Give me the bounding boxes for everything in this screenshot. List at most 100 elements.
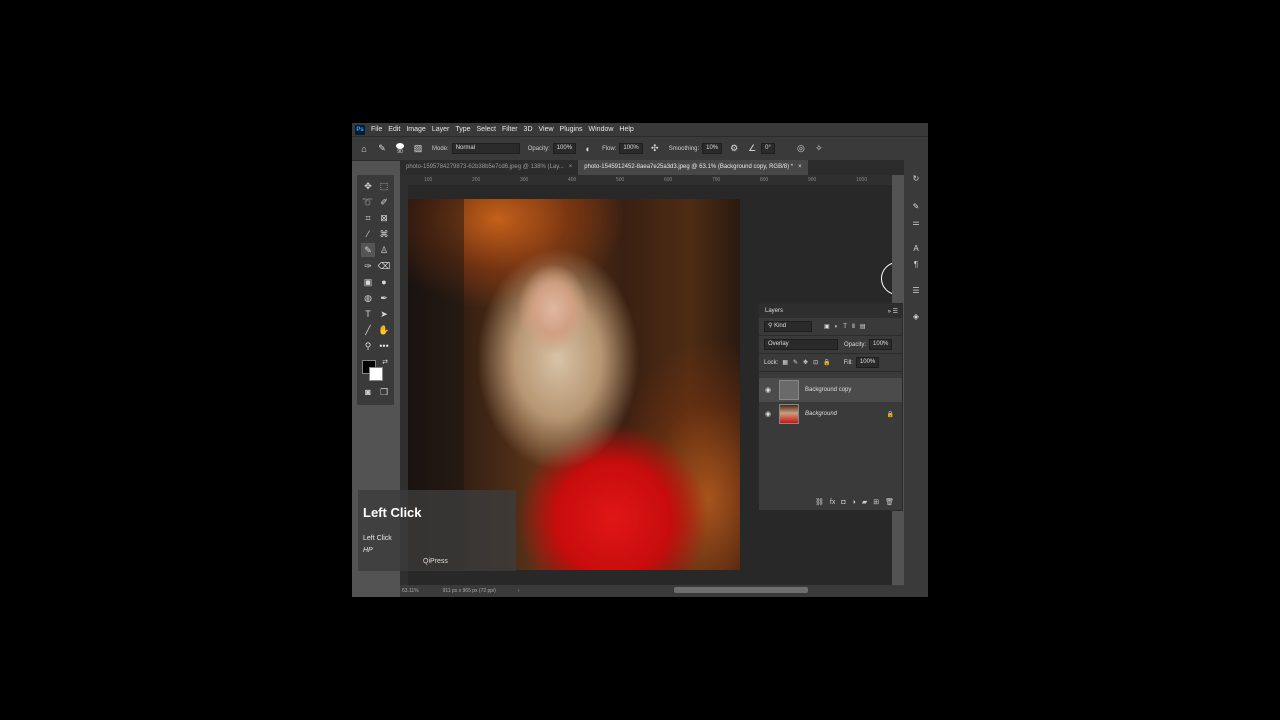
fx-icon[interactable]: fx bbox=[830, 499, 835, 506]
blend-mode-select[interactable]: Overlay bbox=[764, 339, 838, 350]
pressure-opacity-icon[interactable]: ◐ bbox=[582, 143, 594, 155]
fill-input[interactable]: 100% bbox=[855, 357, 880, 368]
new-layer-icon[interactable]: ⊞ bbox=[873, 498, 879, 506]
menu-bar: Ps File Edit Image Layer Type Select Fil… bbox=[352, 123, 928, 136]
pressure-size-icon[interactable]: ◎ bbox=[795, 143, 807, 155]
menu-file[interactable]: File bbox=[371, 126, 382, 133]
layer-filter-value: Kind bbox=[774, 323, 787, 329]
layer-row-background-copy[interactable]: ◉ Background copy bbox=[759, 378, 902, 402]
filter-type-icons[interactable]: ▣◐TⅡ▤ bbox=[824, 323, 871, 330]
link-layers-icon[interactable]: ⛓ bbox=[815, 498, 824, 506]
document-tabs: photo-1595784279873-62b38b5e7cd6.jpeg @ … bbox=[400, 160, 904, 175]
close-icon[interactable]: × bbox=[798, 160, 802, 175]
gradient-tool-icon[interactable]: ▣ bbox=[361, 275, 375, 289]
brush-settings-panel-icon[interactable]: ✎ bbox=[910, 200, 922, 212]
frame-tool-icon[interactable]: ⊠ bbox=[377, 211, 391, 225]
overlay-subtitle: Left Click bbox=[363, 535, 392, 542]
adjustments-panel-icon[interactable]: ⚌ bbox=[910, 216, 922, 228]
eraser-tool-icon[interactable]: ⌫ bbox=[377, 259, 391, 273]
menu-image[interactable]: Image bbox=[406, 126, 425, 133]
smoothing-input[interactable]: 10% bbox=[702, 143, 723, 154]
opacity-input[interactable]: 100% bbox=[552, 143, 577, 154]
angle-input[interactable]: 0° bbox=[761, 143, 775, 154]
gear-icon[interactable]: ⚙ bbox=[728, 143, 740, 155]
tab-document-2[interactable]: photo-1545912452-8aea7e25a3d3.jpeg @ 63.… bbox=[578, 160, 808, 175]
history-panel-icon[interactable]: ↻ bbox=[910, 172, 922, 184]
new-group-icon[interactable]: ▰ bbox=[862, 498, 867, 506]
document-info: 911 px x 965 px (72 ppi) bbox=[442, 588, 496, 594]
tab-document-1[interactable]: photo-1595784279873-62b38b5e7cd6.jpeg @ … bbox=[400, 160, 578, 175]
home-icon[interactable]: ⌂ bbox=[358, 143, 370, 155]
menu-3d[interactable]: 3D bbox=[524, 126, 533, 133]
airbrush-icon[interactable]: ✣ bbox=[649, 143, 661, 155]
brush-tool-icon[interactable]: ✎ bbox=[361, 243, 375, 257]
menu-help[interactable]: Help bbox=[619, 126, 633, 133]
quick-selection-tool-icon[interactable]: ✐ bbox=[377, 195, 391, 209]
adjustment-layer-icon[interactable]: ◑ bbox=[852, 499, 856, 506]
menu-view[interactable]: View bbox=[539, 126, 554, 133]
panel-menu-icon[interactable]: » ☰ bbox=[888, 308, 898, 315]
add-mask-icon[interactable]: ◘ bbox=[841, 499, 845, 506]
blur-tool-icon[interactable]: ● bbox=[377, 275, 391, 289]
brush-settings-icon[interactable]: ▨ bbox=[412, 143, 424, 155]
layer-thumbnail bbox=[779, 380, 799, 400]
menu-plugins[interactable]: Plugins bbox=[560, 126, 583, 133]
layer-row-background[interactable]: ◉ Background 🔒 bbox=[759, 402, 902, 426]
brush-size-picker[interactable]: 90 bbox=[394, 142, 406, 155]
menu-select[interactable]: Select bbox=[477, 126, 496, 133]
menu-window[interactable]: Window bbox=[589, 126, 614, 133]
eye-icon[interactable]: ◉ bbox=[765, 410, 775, 418]
eyedropper-tool-icon[interactable]: ⁄ bbox=[361, 227, 375, 241]
ruler-tick-label: 500 bbox=[616, 177, 625, 183]
paragraph-panel-icon[interactable]: ¶ bbox=[910, 258, 922, 270]
layer-filter-select[interactable]: ⚲ Kind bbox=[764, 321, 812, 332]
more-tools-icon[interactable]: ••• bbox=[377, 339, 391, 353]
lock-options-icons[interactable]: ▦✎✥⊡🔒 bbox=[782, 359, 835, 366]
line-tool-icon[interactable]: ╱ bbox=[361, 323, 375, 337]
mode-select[interactable]: Normal bbox=[451, 143, 520, 154]
clone-stamp-tool-icon[interactable]: ♙ bbox=[377, 243, 391, 257]
ruler-tick-label: 300 bbox=[520, 177, 529, 183]
mode-label: Mode: bbox=[432, 145, 449, 152]
dodge-tool-icon[interactable]: ◍ bbox=[361, 291, 375, 305]
symmetry-icon[interactable]: ✧ bbox=[813, 143, 825, 155]
screen-mode-icon[interactable]: ❐ bbox=[377, 385, 391, 399]
layers-panel-icon[interactable]: ◈ bbox=[910, 310, 922, 322]
menu-type[interactable]: Type bbox=[455, 126, 470, 133]
lasso-tool-icon[interactable]: ➰ bbox=[361, 195, 375, 209]
quick-mask-icon[interactable]: ◙ bbox=[361, 385, 375, 399]
character-panel-icon[interactable]: A bbox=[910, 242, 922, 254]
tools-panel: ✥ ⬚ ➰ ✐ ⌗ ⊠ ⁄ ⌘ ✎ ♙ ✑ ⌫ ▣ ● ◍ ✒ T ➤ ╱ ✋ … bbox=[357, 175, 394, 405]
patch-tool-icon[interactable]: ⌘ bbox=[377, 227, 391, 241]
zoom-tool-icon[interactable]: ⚲ bbox=[361, 339, 375, 353]
horizontal-scrollbar[interactable] bbox=[674, 587, 808, 593]
menu-layer[interactable]: Layer bbox=[432, 126, 450, 133]
eye-icon[interactable]: ◉ bbox=[765, 386, 775, 394]
move-tool-icon[interactable]: ✥ bbox=[361, 179, 375, 193]
background-color-swatch[interactable] bbox=[369, 367, 383, 381]
chevron-right-icon[interactable]: › bbox=[518, 588, 520, 594]
layer-opacity-input[interactable]: 100% bbox=[869, 339, 893, 350]
video-frame: Ps File Edit Image Layer Type Select Fil… bbox=[0, 0, 1280, 720]
swap-colors-icon[interactable]: ⇄ bbox=[378, 355, 392, 369]
menu-edit[interactable]: Edit bbox=[388, 126, 400, 133]
layer-name: Background bbox=[805, 411, 838, 417]
marquee-tool-icon[interactable]: ⬚ bbox=[377, 179, 391, 193]
menu-filter[interactable]: Filter bbox=[502, 126, 518, 133]
brush-preset-icon[interactable]: ✎ bbox=[376, 143, 388, 155]
hand-tool-icon[interactable]: ✋ bbox=[377, 323, 391, 337]
crop-tool-icon[interactable]: ⌗ bbox=[361, 211, 375, 225]
trash-icon[interactable]: 🗑 bbox=[885, 498, 894, 506]
properties-panel-icon[interactable]: ☰ bbox=[910, 284, 922, 296]
status-bar: 63.11% 911 px x 965 px (72 ppi) › bbox=[400, 585, 904, 597]
pen-tool-icon[interactable]: ✒ bbox=[377, 291, 391, 305]
close-icon[interactable]: × bbox=[569, 160, 573, 175]
lock-row: Lock: ▦✎✥⊡🔒 Fill: 100% bbox=[759, 354, 902, 372]
history-brush-tool-icon[interactable]: ✑ bbox=[361, 259, 375, 273]
path-selection-tool-icon[interactable]: ➤ bbox=[377, 307, 391, 321]
layers-panel-header: Layers » ☰ bbox=[759, 304, 902, 318]
zoom-level[interactable]: 63.11% bbox=[402, 588, 419, 594]
type-tool-icon[interactable]: T bbox=[361, 307, 375, 321]
ruler-tick-label: 100 bbox=[424, 177, 433, 183]
flow-input[interactable]: 100% bbox=[619, 143, 643, 154]
